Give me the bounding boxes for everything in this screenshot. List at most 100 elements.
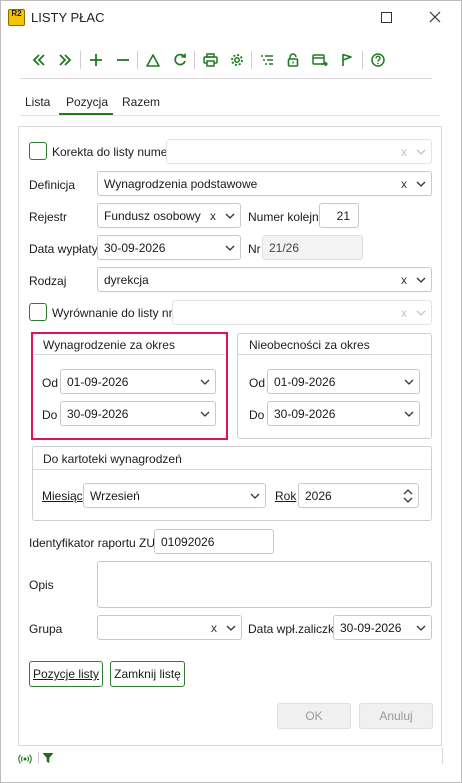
definicja-label: Definicja [29,178,76,192]
nieob-do-value: 30-09-2026 [274,406,336,421]
close-button[interactable] [421,4,449,30]
data-wyplaty-input[interactable]: 30-09-2026 [97,235,241,260]
flag-button[interactable] [335,48,359,72]
maximize-button[interactable] [372,4,400,30]
group-header-divider [33,469,431,470]
add-button[interactable] [84,48,108,72]
tab-lista[interactable]: Lista [25,95,50,109]
chevron-down-icon[interactable] [195,411,215,417]
flag-icon [342,53,352,66]
opis-textarea[interactable] [97,561,432,608]
anuluj-button[interactable]: Anuluj [359,703,433,729]
miesiac-label: Miesiąc [42,489,83,503]
chevron-down-icon[interactable] [399,379,419,385]
grupa-select[interactable]: x [97,615,242,640]
help-button[interactable] [366,48,390,72]
spinner-arrows-icon[interactable] [398,488,418,503]
settings-button[interactable] [225,48,249,72]
last-record-button[interactable] [53,48,77,72]
korekta-checkbox[interactable] [29,142,47,160]
warning-button[interactable] [141,48,165,72]
identyfikator-input[interactable]: 01092026 [154,529,274,554]
filter-icon[interactable] [42,752,54,764]
zamknij-liste-button[interactable]: Zamknij listę [110,661,185,687]
chevron-down-icon[interactable] [220,245,240,251]
wyrownanie-checkbox[interactable] [29,303,47,321]
data-wyplaty-value: 30-09-2026 [104,240,166,255]
clear-icon[interactable]: x [206,209,220,223]
chevron-down-icon[interactable] [220,213,240,219]
tab-pozycja[interactable]: Pozycja [66,95,108,109]
rok-spinner[interactable]: 2026 [298,483,419,508]
rodzaj-select[interactable]: dyrekcja x [97,267,432,292]
definicja-value: Wynagrodzenia podstawowe [104,176,258,191]
signal-icon[interactable] [18,753,32,764]
anuluj-label: Anuluj [379,709,413,723]
data-wpl-input[interactable]: 30-09-2026 [333,615,432,640]
chevron-down-icon[interactable] [411,181,431,187]
transfer-button[interactable] [308,48,332,72]
wyn-do-label: Do [42,408,58,422]
data-wpl-value: 30-09-2026 [340,620,402,635]
nieob-od-value: 01-09-2026 [274,374,336,389]
chevron-down-icon[interactable] [411,277,431,283]
nieob-od-input[interactable]: 01-09-2026 [267,369,420,394]
clear-icon[interactable]: x [397,145,411,159]
numer-kolejny-input[interactable]: 21 [319,203,359,228]
app-logo: R2 [8,9,25,26]
list-button[interactable] [255,48,279,72]
opis-label: Opis [29,578,54,592]
nr-field: 21/26 [262,235,363,260]
first-record-button[interactable] [27,48,51,72]
nieobecnosci-okres-title: Nieobecności za okres [249,338,370,352]
nr-value: 21/26 [269,240,300,255]
print-button[interactable] [198,48,222,72]
nr-label: Nr [248,242,261,256]
first-icon [32,54,45,66]
chevron-down-icon[interactable] [195,379,215,385]
chevron-down-icon[interactable] [411,310,431,316]
refresh-icon [174,53,186,66]
unlock-button[interactable] [281,48,305,72]
print-icon [202,53,218,67]
chevron-down-icon[interactable] [399,411,419,417]
chevron-down-icon[interactable] [411,149,431,155]
definicja-select[interactable]: Wynagrodzenia podstawowe x [97,171,432,196]
tab-razem[interactable]: Razem [122,95,160,109]
wynagrodzenie-okres-title: Wynagrodzenie za okres [43,338,175,352]
miesiac-select[interactable]: Wrzesień [83,483,266,508]
close-icon [429,11,441,23]
rejestr-select[interactable]: Fundusz osobowy x [97,203,241,228]
window-title: LISTY PŁAC [31,10,105,25]
wyn-od-label: Od [42,376,59,390]
wyrownanie-select[interactable]: x [172,300,432,325]
refresh-button[interactable] [168,48,192,72]
chevron-down-icon[interactable] [245,493,265,499]
wyn-od-input[interactable]: 01-09-2026 [60,369,216,394]
identyfikator-value: 01092026 [161,534,215,549]
chevron-down-icon[interactable] [221,625,241,631]
nieob-do-input[interactable]: 30-09-2026 [267,401,420,426]
unlock-icon [287,53,299,67]
clear-icon[interactable]: x [207,621,221,635]
korekta-select[interactable]: x [166,139,432,164]
maximize-icon [380,11,392,23]
clear-icon[interactable]: x [397,306,411,320]
remove-icon [117,59,129,61]
clear-icon[interactable]: x [397,273,411,287]
data-wyplaty-label: Data wypłaty [29,242,98,256]
wyn-do-input[interactable]: 30-09-2026 [60,401,216,426]
add-icon [90,54,102,66]
toolbar-separator [194,51,195,69]
pozycje-listy-button[interactable]: Pozycje listy [29,661,103,687]
help-icon [371,53,385,67]
toolbar-separator [251,51,252,69]
remove-button[interactable] [111,48,135,72]
clear-icon[interactable]: x [397,177,411,191]
data-wpl-label: Data wpł.zaliczki [248,622,337,636]
chevron-down-icon[interactable] [411,625,431,631]
ok-button[interactable]: OK [277,703,351,729]
ok-label: OK [305,709,323,723]
status-separator [38,752,39,764]
toolbar-separator [80,51,81,69]
